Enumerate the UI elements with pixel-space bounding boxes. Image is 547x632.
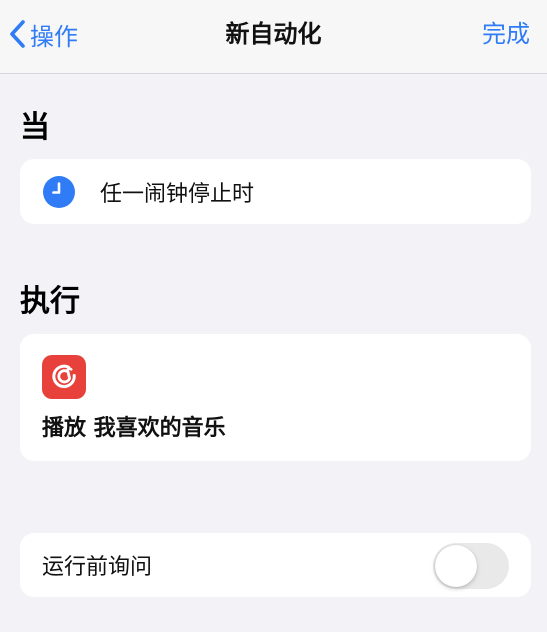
navigation-bar: 操作 新自动化 完成 xyxy=(0,0,547,74)
do-section-header: 执行 xyxy=(20,284,80,319)
page-title: 新自动化 xyxy=(225,20,322,48)
action-label: 播放 我喜欢的音乐 xyxy=(42,416,226,441)
ask-before-running-row: 运行前询问 xyxy=(20,533,531,597)
ask-before-running-label: 运行前询问 xyxy=(42,555,153,580)
toggle-knob xyxy=(435,545,477,587)
done-button[interactable]: 完成 xyxy=(482,14,530,54)
netease-cloud-music-icon xyxy=(42,355,86,399)
when-section-header: 当 xyxy=(20,110,50,145)
action-row[interactable]: 播放 我喜欢的音乐 xyxy=(20,334,531,461)
trigger-row[interactable]: 任一闹钟停止时 xyxy=(20,159,531,224)
clock-icon xyxy=(43,175,75,208)
trigger-label: 任一闹钟停止时 xyxy=(100,181,255,207)
ask-before-running-toggle[interactable] xyxy=(433,543,509,589)
